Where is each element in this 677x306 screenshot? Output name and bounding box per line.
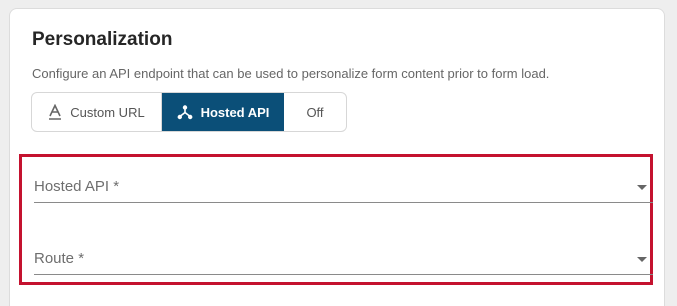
toggle-hosted-api-label: Hosted API [200, 104, 270, 120]
personalization-mode-toggle: Custom URL Hosted API Off [31, 92, 347, 132]
required-fields-highlight: Hosted API * Route * [19, 154, 653, 285]
toggle-off[interactable]: Off [284, 93, 346, 131]
toggle-custom-url-label: Custom URL [70, 104, 145, 120]
custom-url-icon [48, 104, 62, 120]
personalization-card: Personalization Configure an API endpoin… [9, 8, 665, 306]
section-title: Personalization [32, 29, 173, 50]
hosted-api-label: Hosted API * [34, 178, 120, 195]
chevron-down-icon [637, 185, 647, 190]
route-label: Route * [34, 250, 85, 267]
toggle-hosted-api[interactable]: Hosted API [162, 93, 284, 131]
hosted-api-icon [177, 104, 193, 120]
chevron-down-icon [637, 257, 647, 262]
toggle-off-label: Off [306, 104, 324, 120]
hosted-api-select[interactable]: Hosted API * [34, 163, 653, 203]
toggle-custom-url[interactable]: Custom URL [32, 93, 162, 131]
section-description: Configure an API endpoint that can be us… [32, 66, 550, 81]
route-select[interactable]: Route * [34, 235, 653, 275]
